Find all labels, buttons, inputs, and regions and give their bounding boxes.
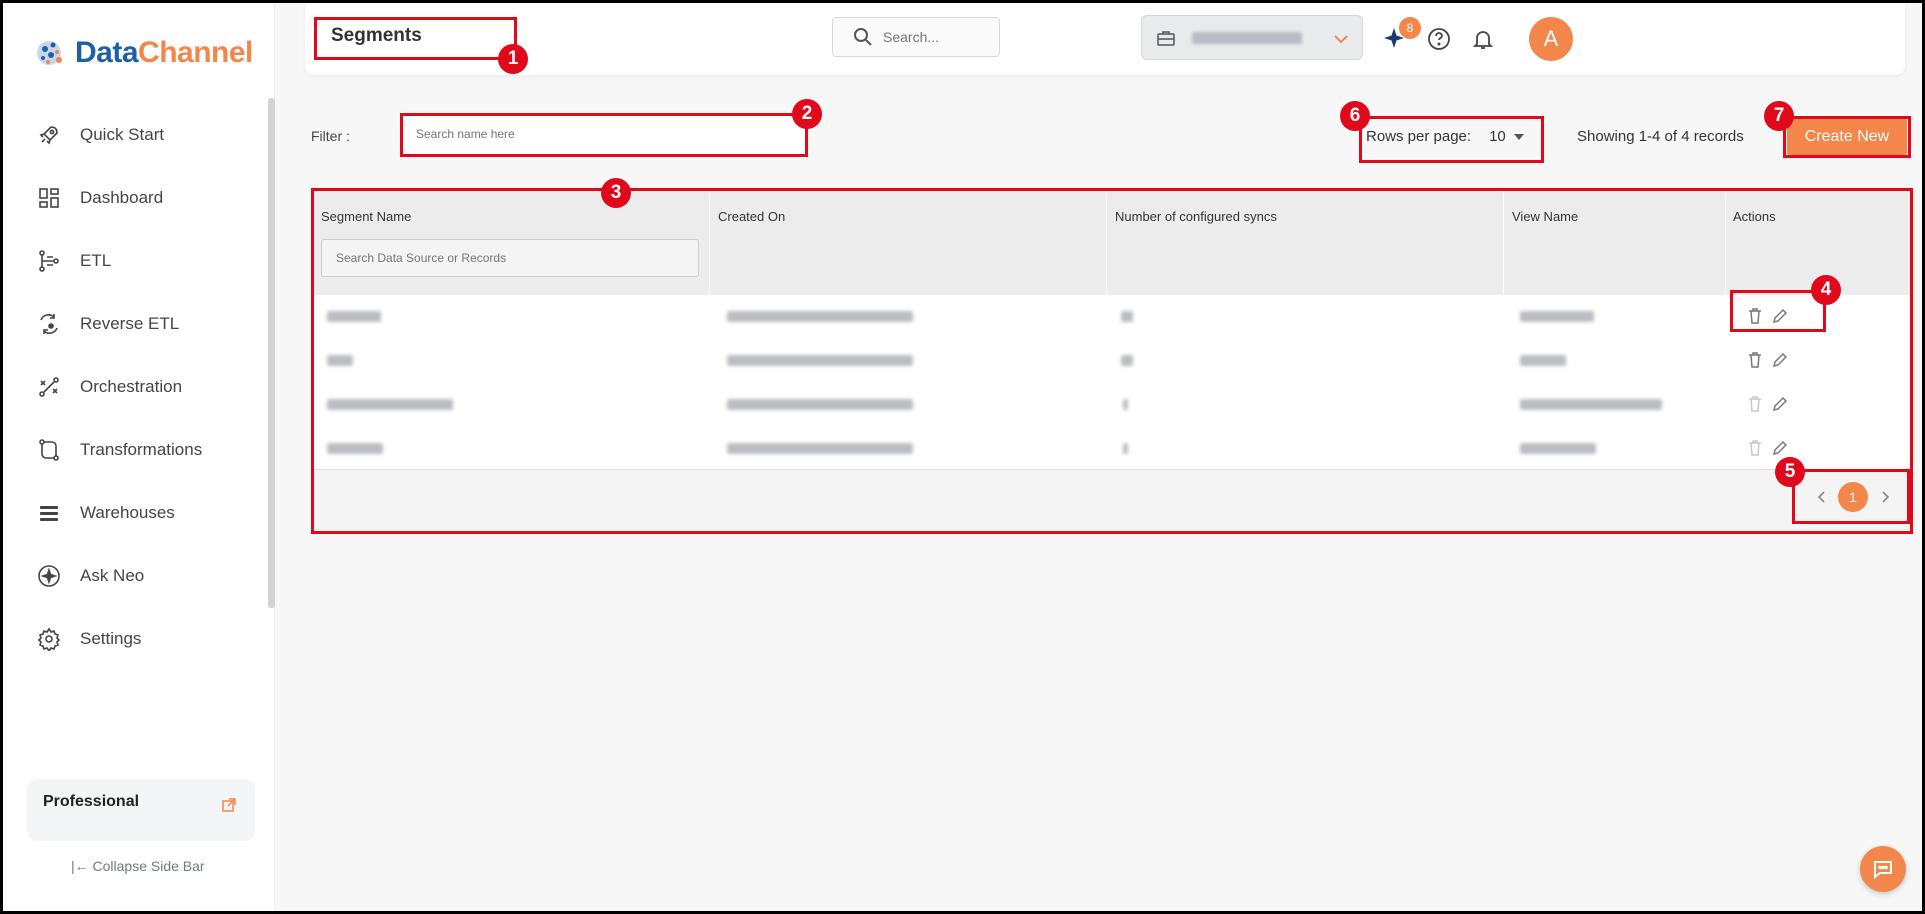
annotation-marker: 7: [1764, 101, 1794, 131]
sidebar-item-label: Dashboard: [80, 187, 164, 207]
sidebar-item-label: Settings: [80, 628, 142, 648]
annotation-box-pagination: [1792, 469, 1910, 524]
chat-icon: [1874, 861, 1892, 880]
bell-icon[interactable]: [1471, 27, 1495, 51]
plan-label: Professional: [43, 793, 140, 810]
sidebar-item-label: Transformations: [80, 439, 203, 459]
orchestration-icon: [35, 373, 63, 401]
sidebar-nav: Quick Start Dashboard ETL Reverse ETL Or…: [3, 103, 265, 670]
sidebar-item-dashboard[interactable]: Dashboard: [3, 166, 265, 229]
sidebar-item-label: Warehouses: [80, 502, 175, 522]
annotation-marker: 3: [601, 178, 631, 208]
briefcase-icon: [1157, 30, 1175, 46]
sidebar-item-warehouses[interactable]: Warehouses: [3, 481, 265, 544]
annotation-box-create: [1783, 116, 1911, 158]
annotation-marker: 2: [792, 99, 822, 129]
chat-button[interactable]: [1860, 846, 1906, 892]
plan-card[interactable]: Professional: [27, 779, 255, 841]
logo-mark-icon: [37, 41, 62, 65]
annotation-marker: 4: [1811, 275, 1841, 305]
dashboard-icon: [35, 184, 63, 212]
gear-icon: [35, 625, 63, 653]
filter-label: Filter :: [311, 128, 350, 144]
sidebar-item-quick-start[interactable]: Quick Start: [3, 103, 265, 166]
sidebar: DataChannel Quick Start Dashboard ETL Re…: [3, 3, 275, 911]
sidebar-item-reverse-etl[interactable]: Reverse ETL: [3, 292, 265, 355]
logo-text: DataChannel: [75, 36, 253, 69]
annotation-marker: 5: [1775, 457, 1805, 487]
avatar[interactable]: A: [1529, 17, 1573, 61]
chevron-down-icon: [1334, 35, 1348, 44]
rocket-icon: [35, 121, 63, 149]
help-icon[interactable]: [1427, 27, 1451, 51]
global-search[interactable]: [832, 17, 1000, 57]
etl-icon: [35, 247, 63, 275]
annotation-marker: 6: [1340, 101, 1370, 131]
reverse-etl-icon: [35, 310, 63, 338]
sidebar-item-label: Ask Neo: [80, 565, 145, 585]
annotation-marker: 1: [498, 44, 528, 74]
annotation-box-title: [314, 17, 517, 60]
sidebar-item-label: Orchestration: [80, 376, 183, 396]
sidebar-item-settings[interactable]: Settings: [3, 607, 265, 670]
sparkle-icon: [35, 562, 63, 590]
top-header: Segments: [305, 3, 1905, 75]
sidebar-item-label: ETL: [80, 250, 112, 270]
sidebar-scrollbar-thumb[interactable]: [268, 98, 275, 608]
search-icon: [854, 28, 872, 46]
notification-badge: 8: [1399, 17, 1421, 39]
collapse-sidebar-button[interactable]: |← Collapse Side Bar: [71, 858, 205, 874]
logo[interactable]: DataChannel: [35, 33, 253, 73]
workspace-selector[interactable]: [1141, 15, 1363, 60]
workspace-name: [1192, 31, 1302, 44]
records-count: Showing 1-4 of 4 records: [1577, 128, 1744, 145]
sidebar-item-label: Reverse ETL: [80, 313, 180, 333]
annotation-box-table: [311, 188, 1913, 534]
annotation-box-rows-per-page: [1359, 116, 1544, 163]
search-input[interactable]: [883, 29, 993, 45]
sidebar-item-ask-neo[interactable]: Ask Neo: [3, 544, 265, 607]
sidebar-item-orchestration[interactable]: Orchestration: [3, 355, 265, 418]
sidebar-item-etl[interactable]: ETL: [3, 229, 265, 292]
warehouses-icon: [35, 499, 63, 527]
transformations-icon: [35, 436, 63, 464]
annotation-box-filter: [400, 113, 808, 157]
sidebar-item-transformations[interactable]: Transformations: [3, 418, 265, 481]
external-link-icon[interactable]: [221, 797, 237, 813]
sidebar-item-label: Quick Start: [80, 124, 165, 144]
